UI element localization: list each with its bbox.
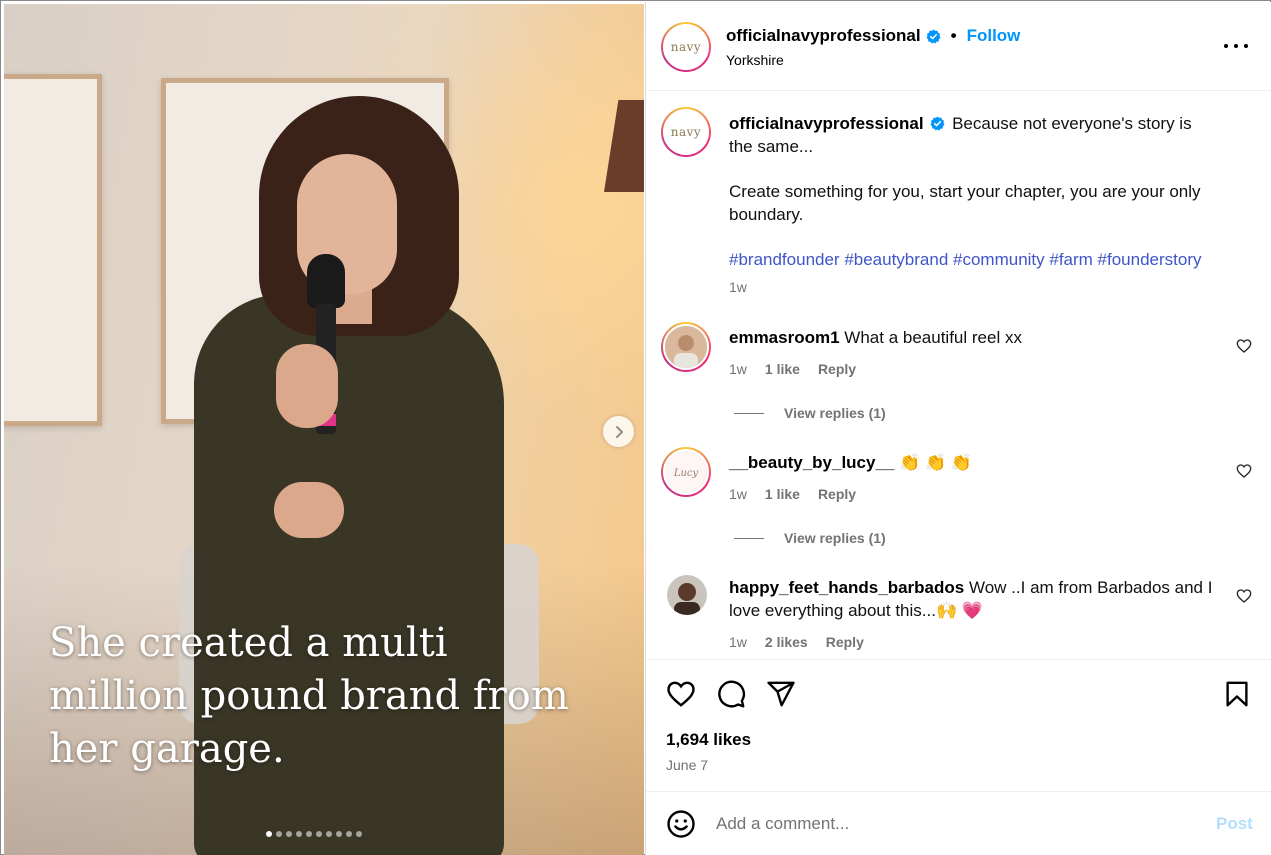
chevron-right-icon xyxy=(615,425,623,438)
speaker-mic-hand xyxy=(276,344,338,428)
comment-username[interactable]: emmasroom1 xyxy=(729,328,840,347)
comment-time[interactable]: 1w xyxy=(729,486,747,502)
add-comment-bar: Post xyxy=(646,792,1271,855)
commenter-avatar[interactable]: Lucy xyxy=(661,447,711,497)
caption-time[interactable]: 1w xyxy=(729,279,747,295)
comment-input[interactable] xyxy=(716,812,1176,836)
slide-dot xyxy=(266,831,272,837)
emoji-icon[interactable] xyxy=(666,809,696,839)
post-actions: 1,694 likes June 7 xyxy=(646,662,1271,792)
slide-dot xyxy=(346,831,352,837)
media-caption: She created a multi million pound brand … xyxy=(49,620,569,772)
caption-line-2: Create something for you, start your cha… xyxy=(729,182,1201,224)
reply-button[interactable]: Reply xyxy=(826,634,864,650)
comment-text: __beauty_by_lucy__ 👏 👏 👏 xyxy=(729,451,1219,474)
slide-dot xyxy=(326,831,332,837)
svg-text:Lucy: Lucy xyxy=(673,468,699,479)
comment-item: happy_feet_hands_barbados Wow ..I am fro… xyxy=(646,572,1271,659)
follow-button[interactable]: Follow xyxy=(967,26,1021,46)
comment-time[interactable]: 1w xyxy=(729,361,747,377)
comment-body: What a beautiful reel xx xyxy=(844,328,1022,347)
post-comment-button[interactable]: Post xyxy=(1216,814,1253,834)
like-heart-icon[interactable] xyxy=(666,679,696,709)
post-media[interactable]: She created a multi million pound brand … xyxy=(4,4,644,855)
comment-meta: 1w 1 like Reply xyxy=(729,361,856,377)
comment-meta: 1w 1 like Reply xyxy=(729,486,856,502)
comment-body: 👏 👏 👏 xyxy=(899,453,973,472)
replies-divider-line xyxy=(734,537,764,539)
next-slide-button[interactable] xyxy=(603,416,634,447)
view-replies-label: View replies (1) xyxy=(784,405,886,421)
comment-text: emmasroom1 What a beautiful reel xx xyxy=(729,326,1219,349)
comment-text: happy_feet_hands_barbados Wow ..I am fro… xyxy=(729,576,1219,622)
brand-logo: navy xyxy=(670,125,702,139)
header-user-line: officialnavyprofessional • Follow xyxy=(726,26,1020,46)
caption-hashtags[interactable]: #brandfounder #beautybrand #community #f… xyxy=(729,248,1219,271)
comment-like-heart-icon[interactable] xyxy=(1236,588,1252,604)
verified-badge-icon xyxy=(926,28,941,44)
comment-username[interactable]: happy_feet_hands_barbados xyxy=(729,578,964,597)
separator-dot: • xyxy=(950,26,957,45)
comment-like-heart-icon[interactable] xyxy=(1236,338,1252,354)
post-modal: She created a multi million pound brand … xyxy=(0,0,1271,855)
more-options-icon[interactable] xyxy=(1224,36,1248,56)
slide-dot xyxy=(356,831,362,837)
caption-username[interactable]: officialnavyprofessional xyxy=(729,114,924,133)
replies-divider-line xyxy=(734,412,764,414)
save-bookmark-icon[interactable] xyxy=(1222,679,1252,709)
view-replies-label: View replies (1) xyxy=(784,530,886,546)
comment-likes[interactable]: 2 likes xyxy=(765,634,808,650)
caption-author-avatar[interactable]: navy xyxy=(661,107,711,157)
slide-dot xyxy=(316,831,322,837)
comment-like-heart-icon[interactable] xyxy=(1236,463,1252,479)
slide-dot xyxy=(306,831,312,837)
post-header: navy officialnavyprofessional • Follow Y… xyxy=(646,2,1271,91)
comment-time[interactable]: 1w xyxy=(729,634,747,650)
author-username[interactable]: officialnavyprofessional xyxy=(726,26,921,46)
post-location[interactable]: Yorkshire xyxy=(726,52,784,68)
slide-indicator xyxy=(266,831,362,837)
comment-item: Lucy __beauty_by_lucy__ 👏 👏 👏 1w 1 like … xyxy=(646,447,1271,557)
comment-meta: 1w 2 likes Reply xyxy=(729,634,864,650)
slide-dot xyxy=(296,831,302,837)
reply-button[interactable]: Reply xyxy=(818,486,856,502)
comments-list[interactable]: navy officialnavyprofessional Because no… xyxy=(646,92,1271,660)
caption-text: officialnavyprofessional Because not eve… xyxy=(729,112,1219,271)
brand-logo: navy xyxy=(670,40,702,54)
comment-likes[interactable]: 1 like xyxy=(765,486,800,502)
profile-logo: Lucy xyxy=(667,453,705,491)
comment-username[interactable]: __beauty_by_lucy__ xyxy=(729,453,894,472)
post-caption: navy officialnavyprofessional Because no… xyxy=(646,92,1271,312)
profile-photo xyxy=(667,575,707,615)
slide-dot xyxy=(276,831,282,837)
verified-badge-icon xyxy=(930,116,945,131)
view-replies-button[interactable]: View replies (1) xyxy=(734,530,886,546)
view-replies-button[interactable]: View replies (1) xyxy=(734,405,886,421)
likes-count[interactable]: 1,694 likes xyxy=(666,730,751,750)
post-date[interactable]: June 7 xyxy=(666,757,708,773)
slide-dot xyxy=(336,831,342,837)
comment-bubble-icon[interactable] xyxy=(716,679,746,709)
share-send-icon[interactable] xyxy=(766,679,796,709)
wall-art-left xyxy=(4,74,102,426)
commenter-avatar[interactable] xyxy=(661,322,711,372)
speaker-hand xyxy=(274,482,344,538)
slide-dot xyxy=(286,831,292,837)
profile-photo xyxy=(665,326,707,368)
author-avatar[interactable]: navy xyxy=(661,22,711,72)
commenter-avatar[interactable] xyxy=(667,575,707,615)
caption-meta: 1w xyxy=(729,279,747,295)
reply-button[interactable]: Reply xyxy=(818,361,856,377)
comment-item: emmasroom1 What a beautiful reel xx 1w 1… xyxy=(646,322,1271,432)
comment-likes[interactable]: 1 like xyxy=(765,361,800,377)
post-side-panel: navy officialnavyprofessional • Follow Y… xyxy=(645,2,1271,855)
